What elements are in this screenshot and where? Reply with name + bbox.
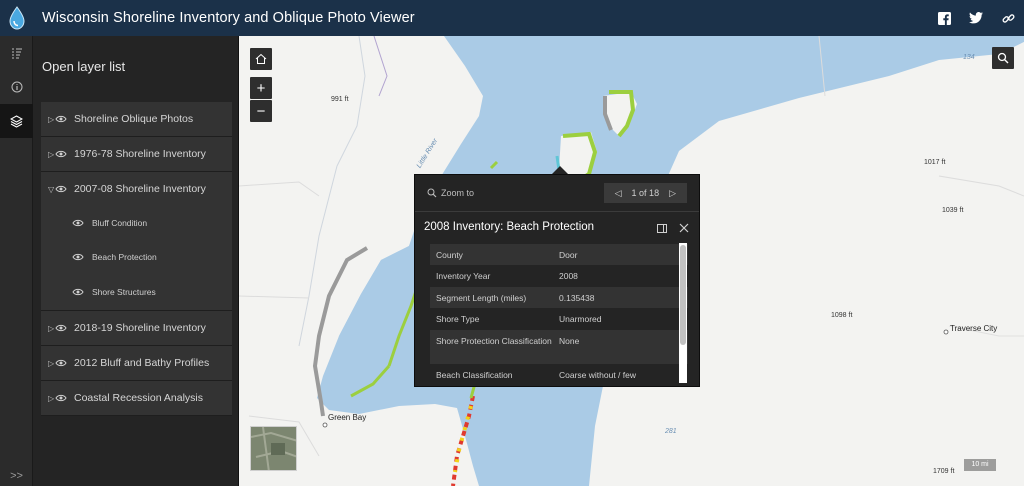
caret-right-icon[interactable]: ▷ [41, 394, 55, 403]
layer-item-expanded[interactable]: ▽ 2007-08 Shoreline Inventory Bluff Cond… [41, 172, 232, 311]
link-icon[interactable] [992, 0, 1024, 36]
table-row: Shore Protection Classification None [430, 330, 688, 364]
dock-icon[interactable] [657, 220, 667, 238]
next-feature-icon[interactable]: ▷ [669, 188, 676, 199]
layer-label: 1976-78 Shoreline Inventory [74, 148, 206, 160]
eye-icon[interactable] [72, 219, 88, 227]
sublayer-label: Bluff Condition [92, 218, 148, 228]
sublayer-item[interactable]: Beach Protection [41, 240, 232, 274]
popup-title: 2008 Inventory: Beach Protection [424, 221, 595, 233]
eye-icon[interactable] [55, 185, 71, 193]
minus-icon: − [256, 102, 266, 120]
eye-icon[interactable] [55, 115, 71, 123]
attribute-value: 2008 [559, 271, 578, 281]
legend-icon[interactable] [0, 36, 33, 70]
elevation-label: 991 ft [331, 96, 349, 103]
imagery-basemap-thumbnail[interactable] [250, 426, 297, 471]
table-row: Beach Classification Coarse without / fe… [430, 364, 688, 386]
eye-icon[interactable] [72, 253, 88, 261]
layer-item[interactable]: ▷ 2012 Bluff and Bathy Profiles [41, 346, 232, 381]
layers-icon[interactable] [0, 104, 33, 138]
table-row: Segment Length (miles) 0.135438 [430, 287, 688, 308]
eye-icon[interactable] [72, 288, 88, 296]
eye-icon[interactable] [55, 359, 71, 367]
layer-item[interactable]: ▷ Coastal Recession Analysis [41, 381, 232, 416]
sublayer-item[interactable]: Shore Structures [41, 274, 232, 310]
feature-popup: Zoom to ◁ 1 of 18 ▷ 2008 Inventory: Beac… [414, 174, 700, 387]
layer-item[interactable]: ▷ 2018-19 Shoreline Inventory [41, 311, 232, 346]
zoom-in-button[interactable]: + [250, 77, 272, 99]
zoom-icon [427, 188, 437, 198]
pager-text: 1 of 18 [631, 188, 660, 198]
eye-icon[interactable] [55, 150, 71, 158]
popup-scrollbar[interactable] [678, 243, 688, 383]
attribute-key: Inventory Year [436, 271, 491, 281]
sublayer-label: Beach Protection [92, 252, 157, 262]
attribute-value: Unarmored [559, 314, 602, 324]
attribute-key: Shore Protection Classification [436, 336, 552, 346]
attribute-table: County Door Inventory Year 2008 Segment … [430, 244, 688, 386]
sublayer-item[interactable]: Bluff Condition [41, 206, 232, 240]
attribute-value: Coarse without / few [559, 370, 637, 380]
side-toolbar: >> [0, 36, 33, 486]
layer-label: Shoreline Oblique Photos [74, 113, 194, 125]
caret-down-icon[interactable]: ▽ [41, 185, 55, 194]
plus-icon: + [256, 79, 266, 97]
panel-title: Open layer list [42, 59, 126, 74]
app-title: Wisconsin Shoreline Inventory and Obliqu… [42, 10, 415, 26]
close-icon[interactable] [679, 220, 689, 238]
water-drop-icon[interactable] [0, 0, 34, 36]
water-depth-label: 281 [665, 428, 677, 435]
popup-pager: ◁ 1 of 18 ▷ [603, 183, 687, 203]
facebook-icon[interactable] [928, 0, 960, 36]
city-label: Green Bay [328, 413, 367, 422]
layer-label: 2007-08 Shoreline Inventory [74, 183, 206, 195]
caret-right-icon[interactable]: ▷ [41, 115, 55, 124]
twitter-icon[interactable] [960, 0, 992, 36]
home-button[interactable] [250, 48, 272, 70]
previous-feature-icon[interactable]: ◁ [615, 188, 622, 199]
layer-label: 2018-19 Shoreline Inventory [74, 322, 206, 334]
info-icon[interactable] [0, 70, 33, 104]
caret-right-icon[interactable]: ▷ [41, 150, 55, 159]
table-row: Inventory Year 2008 [430, 265, 688, 287]
zoom-to-label: Zoom to [441, 188, 475, 198]
home-icon [255, 53, 267, 64]
attribute-key: Shore Type [436, 314, 480, 324]
expand-panel-button[interactable]: >> [0, 470, 33, 482]
caret-right-icon[interactable]: ▷ [41, 359, 55, 368]
attribute-value: Door [559, 249, 578, 260]
sublayer-label: Shore Structures [92, 287, 156, 297]
water-depth-label: 134 [963, 54, 975, 61]
table-row: County Door [430, 244, 688, 265]
search-button[interactable] [992, 47, 1014, 69]
attribute-key: Beach Classification [436, 370, 513, 380]
attribute-key: County [436, 249, 463, 260]
popup-pointer [552, 166, 568, 174]
elevation-label: 1098 ft [831, 312, 853, 319]
layer-label: 2012 Bluff and Bathy Profiles [74, 357, 210, 369]
zoom-to-button[interactable]: Zoom to [427, 188, 474, 198]
elevation-label: 1709 ft [933, 468, 955, 475]
table-row: Shore Type Unarmored [430, 308, 688, 330]
layer-list-panel: Open layer list ▷ Shoreline Oblique Phot… [33, 36, 239, 486]
elevation-label: 1039 ft [942, 207, 964, 214]
elevation-label: 1017 ft [924, 159, 946, 166]
app-header: Wisconsin Shoreline Inventory and Obliqu… [0, 0, 1024, 36]
scale-bar: 10 mi [964, 459, 996, 471]
attribute-value: 0.135438 [559, 292, 595, 303]
layer-item[interactable]: ▷ Shoreline Oblique Photos [41, 102, 232, 137]
attribute-value: None [559, 336, 580, 346]
layer-item[interactable]: ▷ 1976-78 Shoreline Inventory [41, 137, 232, 172]
caret-right-icon[interactable]: ▷ [41, 324, 55, 333]
eye-icon[interactable] [55, 324, 71, 332]
eye-icon[interactable] [55, 394, 71, 402]
city-label: Traverse City [950, 324, 998, 333]
layer-label: Coastal Recession Analysis [74, 392, 203, 404]
zoom-out-button[interactable]: − [250, 100, 272, 122]
search-icon [997, 52, 1009, 64]
attribute-key: Segment Length (miles) [436, 292, 527, 303]
